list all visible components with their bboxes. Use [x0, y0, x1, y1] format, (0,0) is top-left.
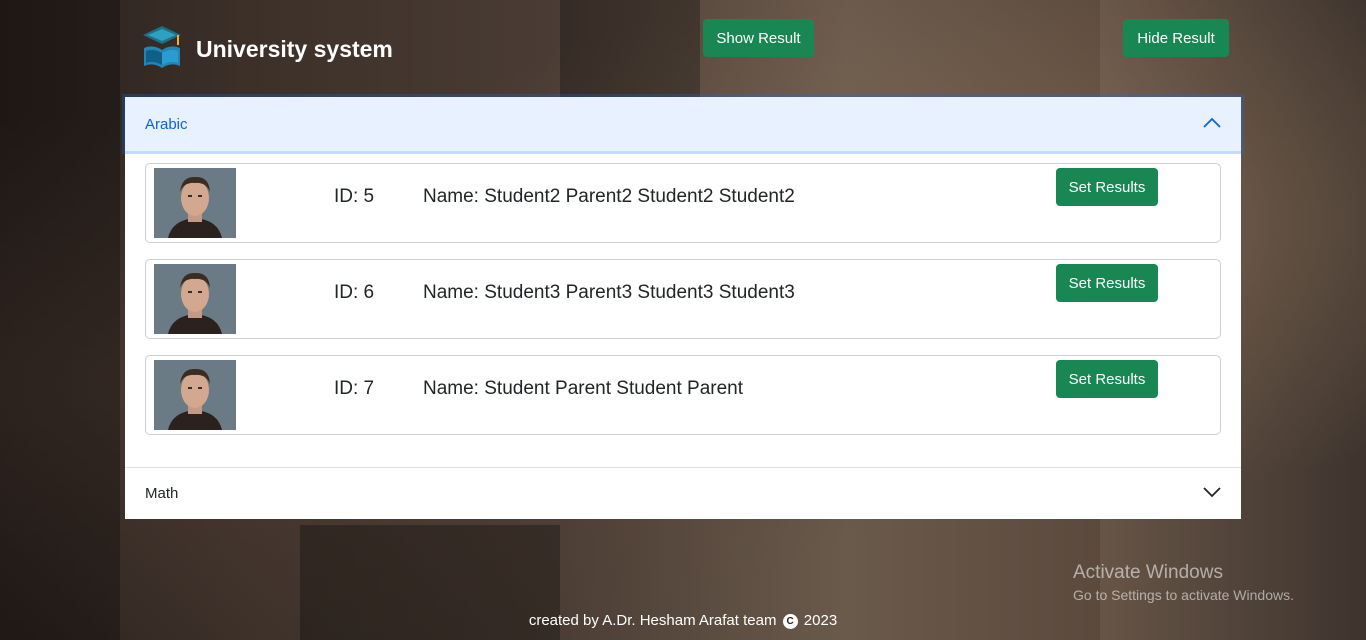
brand-title: University system — [196, 36, 393, 62]
student-card: ID: 5 Name: Student2 Parent2 Student2 St… — [145, 163, 1221, 243]
student-avatar — [154, 360, 236, 430]
footer-credit: created by A.Dr. Hesham Arafat team — [528, 612, 777, 629]
accordion-title-arabic: Arabic — [145, 115, 188, 133]
student-name: Name: Student2 Parent2 Student2 Student2 — [423, 186, 795, 207]
chevron-down-icon — [1203, 485, 1221, 502]
accordion-header-math[interactable]: Math — [125, 467, 1241, 519]
footer-year: 2023 — [803, 612, 838, 629]
accordion-body-arabic: ID: 5 Name: Student2 Parent2 Student2 St… — [125, 151, 1241, 467]
set-results-button[interactable]: Set Results — [1056, 360, 1158, 398]
background-shelf — [560, 0, 700, 100]
background-shelf — [0, 0, 120, 640]
student-card: ID: 6 Name: Student3 Parent3 Student3 St… — [145, 259, 1221, 339]
student-id: ID: 6 — [334, 282, 375, 303]
set-results-button[interactable]: Set Results — [1056, 264, 1158, 302]
set-results-button[interactable]: Set Results — [1056, 168, 1158, 206]
student-name: Name: Student Parent Student Parent — [423, 378, 744, 399]
university-logo-icon — [140, 24, 184, 70]
student-avatar — [154, 264, 236, 334]
student-name: Name: Student3 Parent3 Student3 Student3 — [423, 282, 795, 303]
student-avatar — [154, 168, 236, 238]
student-id: ID: 5 — [334, 186, 375, 207]
subjects-accordion: Arabic ID: 5 Name: Student2 Parent2 Stud… — [125, 97, 1241, 519]
activate-windows-title: Activate Windows — [1073, 562, 1223, 583]
student-card: ID: 7 Name: Student Parent Student Paren… — [145, 355, 1221, 435]
chevron-up-icon — [1203, 116, 1221, 133]
copyright-icon: C — [782, 614, 798, 629]
activate-windows-subtitle: Go to Settings to activate Windows. — [1073, 587, 1294, 603]
accordion-header-arabic[interactable]: Arabic — [125, 97, 1241, 151]
hide-result-button[interactable]: Hide Result — [1123, 19, 1229, 57]
accordion-title-math: Math — [145, 485, 179, 502]
show-result-button[interactable]: Show Result — [703, 19, 814, 57]
student-id: ID: 7 — [334, 378, 375, 399]
footer: created by A.Dr. Hesham Arafat team C 20… — [0, 612, 1366, 629]
